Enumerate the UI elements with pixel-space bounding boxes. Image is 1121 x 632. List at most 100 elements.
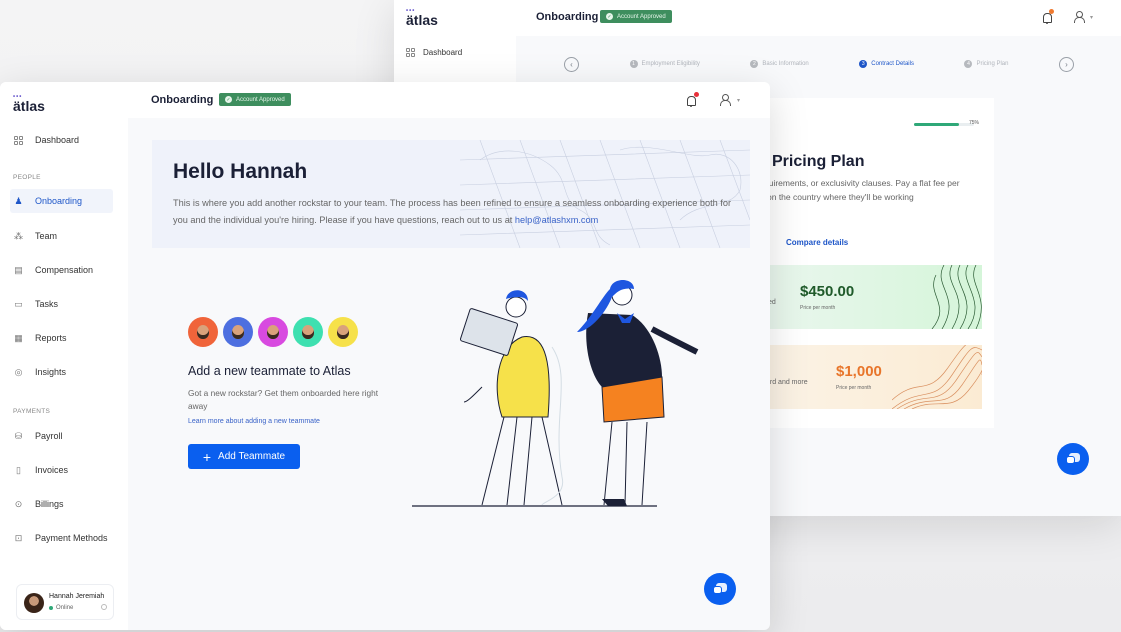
pricing-plan-title: Pricing Plan [772, 153, 865, 170]
team-icon: ⁂ [14, 230, 23, 241]
notification-dot [1049, 9, 1054, 14]
back-header [394, 0, 1121, 36]
back-notification-button[interactable] [1042, 9, 1054, 24]
chat-icon-bubble [1066, 456, 1075, 464]
section-label-people: PEOPLE [13, 174, 41, 181]
logo[interactable]: ••• ätlas [13, 94, 45, 114]
online-dot [49, 606, 53, 610]
chat-icon-bubble [713, 586, 722, 594]
user-profile-card[interactable]: Hannah Jeremiah Online [16, 584, 114, 620]
bell-icon [686, 95, 696, 107]
back-logo-text: ätlas [406, 12, 438, 28]
sidebar-item-billings[interactable]: ⊙ Billings [13, 492, 116, 516]
sidebar-item-compensation[interactable]: ▤ Compensation [13, 258, 116, 282]
sidebar-item-dashboard[interactable]: Dashboard [13, 128, 116, 152]
back-sidebar-item-dashboard[interactable]: Dashboard [406, 48, 462, 57]
user-icon [1074, 11, 1085, 23]
avatar [328, 317, 358, 347]
step-number: 2 [750, 60, 759, 68]
add-teammate-button-label: Add Teammate [218, 451, 286, 462]
sidebar-item-payroll[interactable]: ⛁ Payroll [13, 424, 116, 448]
notification-dot [694, 92, 699, 97]
plan-option-standard[interactable]: ted $450.00 Price per month [764, 265, 982, 329]
compare-details-link[interactable]: Compare details [786, 238, 848, 247]
profile-name: Hannah Jeremiah [49, 593, 105, 600]
notification-button[interactable] [686, 92, 699, 107]
sidebar-item-onboarding[interactable]: ♟ Onboarding [10, 189, 113, 213]
sidebar-item-label: Insights [35, 367, 67, 377]
chat-button[interactable] [704, 573, 736, 605]
back-page-title: Onboarding [536, 11, 599, 23]
progress-bar [914, 123, 974, 126]
sidebar-item-tasks[interactable]: ▭ Tasks [13, 292, 116, 316]
sidebar-item-label: Onboarding [35, 196, 83, 206]
chevron-down-icon: ▾ [1090, 14, 1094, 21]
check-icon: ✓ [225, 96, 232, 103]
dashboard-icon [13, 135, 24, 146]
teammate-avatars [188, 317, 358, 347]
calculator-icon: ▤ [14, 264, 23, 275]
sidebar-item-insights[interactable]: ◎ Insights [13, 360, 116, 384]
insights-icon: ◎ [14, 366, 23, 377]
app-window: ••• ätlas Dashboard PEOPLE ♟ Onboarding ⁂… [0, 82, 770, 630]
back-chat-button[interactable] [1057, 443, 1089, 475]
back-user-menu[interactable]: ▾ [1074, 11, 1093, 23]
add-teammate-description: Got a new rockstar? Get them onboarded h… [188, 388, 379, 411]
sidebar-item-label: Billings [35, 499, 64, 509]
world-map-icon [460, 140, 750, 248]
stepper: ‹ 1 Employment Eligibility 2 Basic Informa… [564, 52, 1074, 76]
step-basic-information[interactable]: 2 Basic Information [750, 60, 809, 68]
back-dashboard-label: Dashboard [423, 48, 463, 57]
step-contract-details[interactable]: 3 Contract Details [859, 60, 914, 68]
profile-status-label: Online [56, 605, 74, 611]
add-teammate-button[interactable]: + Add Teammate [188, 444, 300, 469]
step-pricing-plan[interactable]: 4 Pricing Plan [964, 60, 1008, 68]
step-label: Employment Eligibility [641, 61, 700, 67]
check-icon: ✓ [606, 13, 613, 20]
invoice-icon: ▯ [16, 464, 21, 475]
sidebar-item-label: Payment Methods [35, 533, 108, 543]
database-icon: ⛁ [14, 430, 23, 441]
avatar [188, 317, 218, 347]
sidebar-item-label: Compensation [35, 265, 94, 275]
sidebar-item-invoices[interactable]: ▯ Invoices [13, 458, 116, 482]
stepper-next-button[interactable]: › [1059, 56, 1074, 72]
stepper-prev-button[interactable]: ‹ [564, 56, 579, 72]
support-email-link[interactable]: help@atlashxm.com [515, 215, 598, 225]
logo-text: ätlas [13, 98, 45, 114]
sidebar-item-label: Team [35, 231, 58, 241]
welcome-text: This is where you add another rockstar t… [173, 195, 733, 229]
sidebar-item-payment-methods[interactable]: ⊡ Payment Methods [13, 526, 116, 550]
pricing-desc-line: on the country where they'll be working [767, 192, 914, 202]
step-number: 1 [629, 60, 638, 68]
pricing-desc-line: quirements, or exclusivity clauses. Pay … [764, 178, 960, 188]
sidebar-item-label: Dashboard [35, 135, 80, 145]
topographic-pattern-icon [931, 265, 982, 329]
person-icon: ♟ [14, 195, 23, 206]
sidebar-item-reports[interactable]: ▦ Reports [13, 326, 116, 350]
step-number: 3 [859, 60, 868, 68]
avatar [24, 593, 44, 613]
settings-icon[interactable] [101, 604, 107, 610]
status-badge: ✓ Account Approved [219, 93, 291, 106]
step-label: Basic Information [762, 61, 809, 67]
badge-label: Account Approved [236, 96, 285, 103]
sidebar-item-team[interactable]: ⁂ Team [13, 224, 116, 248]
sidebar: ••• ätlas Dashboard PEOPLE ♟ Onboarding ⁂… [0, 82, 128, 630]
user-menu[interactable]: ▾ [720, 94, 740, 106]
welcome-text-body: This is where you add another rockstar t… [173, 198, 732, 225]
back-logo[interactable]: ••• ätlas [406, 8, 438, 28]
step-employment-eligibility[interactable]: 1 Employment Eligibility [629, 60, 700, 68]
step-label: Pricing Plan [976, 61, 1009, 67]
sidebar-item-label: Invoices [35, 465, 69, 475]
chevron-left-icon: ‹ [570, 59, 573, 69]
pricing-plan-description: quirements, or exclusivity clauses. Pay … [764, 176, 994, 204]
step-number: 4 [964, 60, 973, 68]
greeting-heading: Hello Hannah [173, 160, 308, 183]
profile-status: Online [49, 605, 73, 611]
tasks-icon: ▭ [14, 298, 23, 309]
add-teammate-title: Add a new teammate to Atlas [188, 364, 351, 378]
plan-option-premium[interactable]: ard and more $1,000 Price per month [764, 345, 982, 409]
sidebar-item-label: Tasks [35, 299, 59, 309]
learn-more-link[interactable]: Learn more about adding a new teammate [188, 418, 320, 425]
